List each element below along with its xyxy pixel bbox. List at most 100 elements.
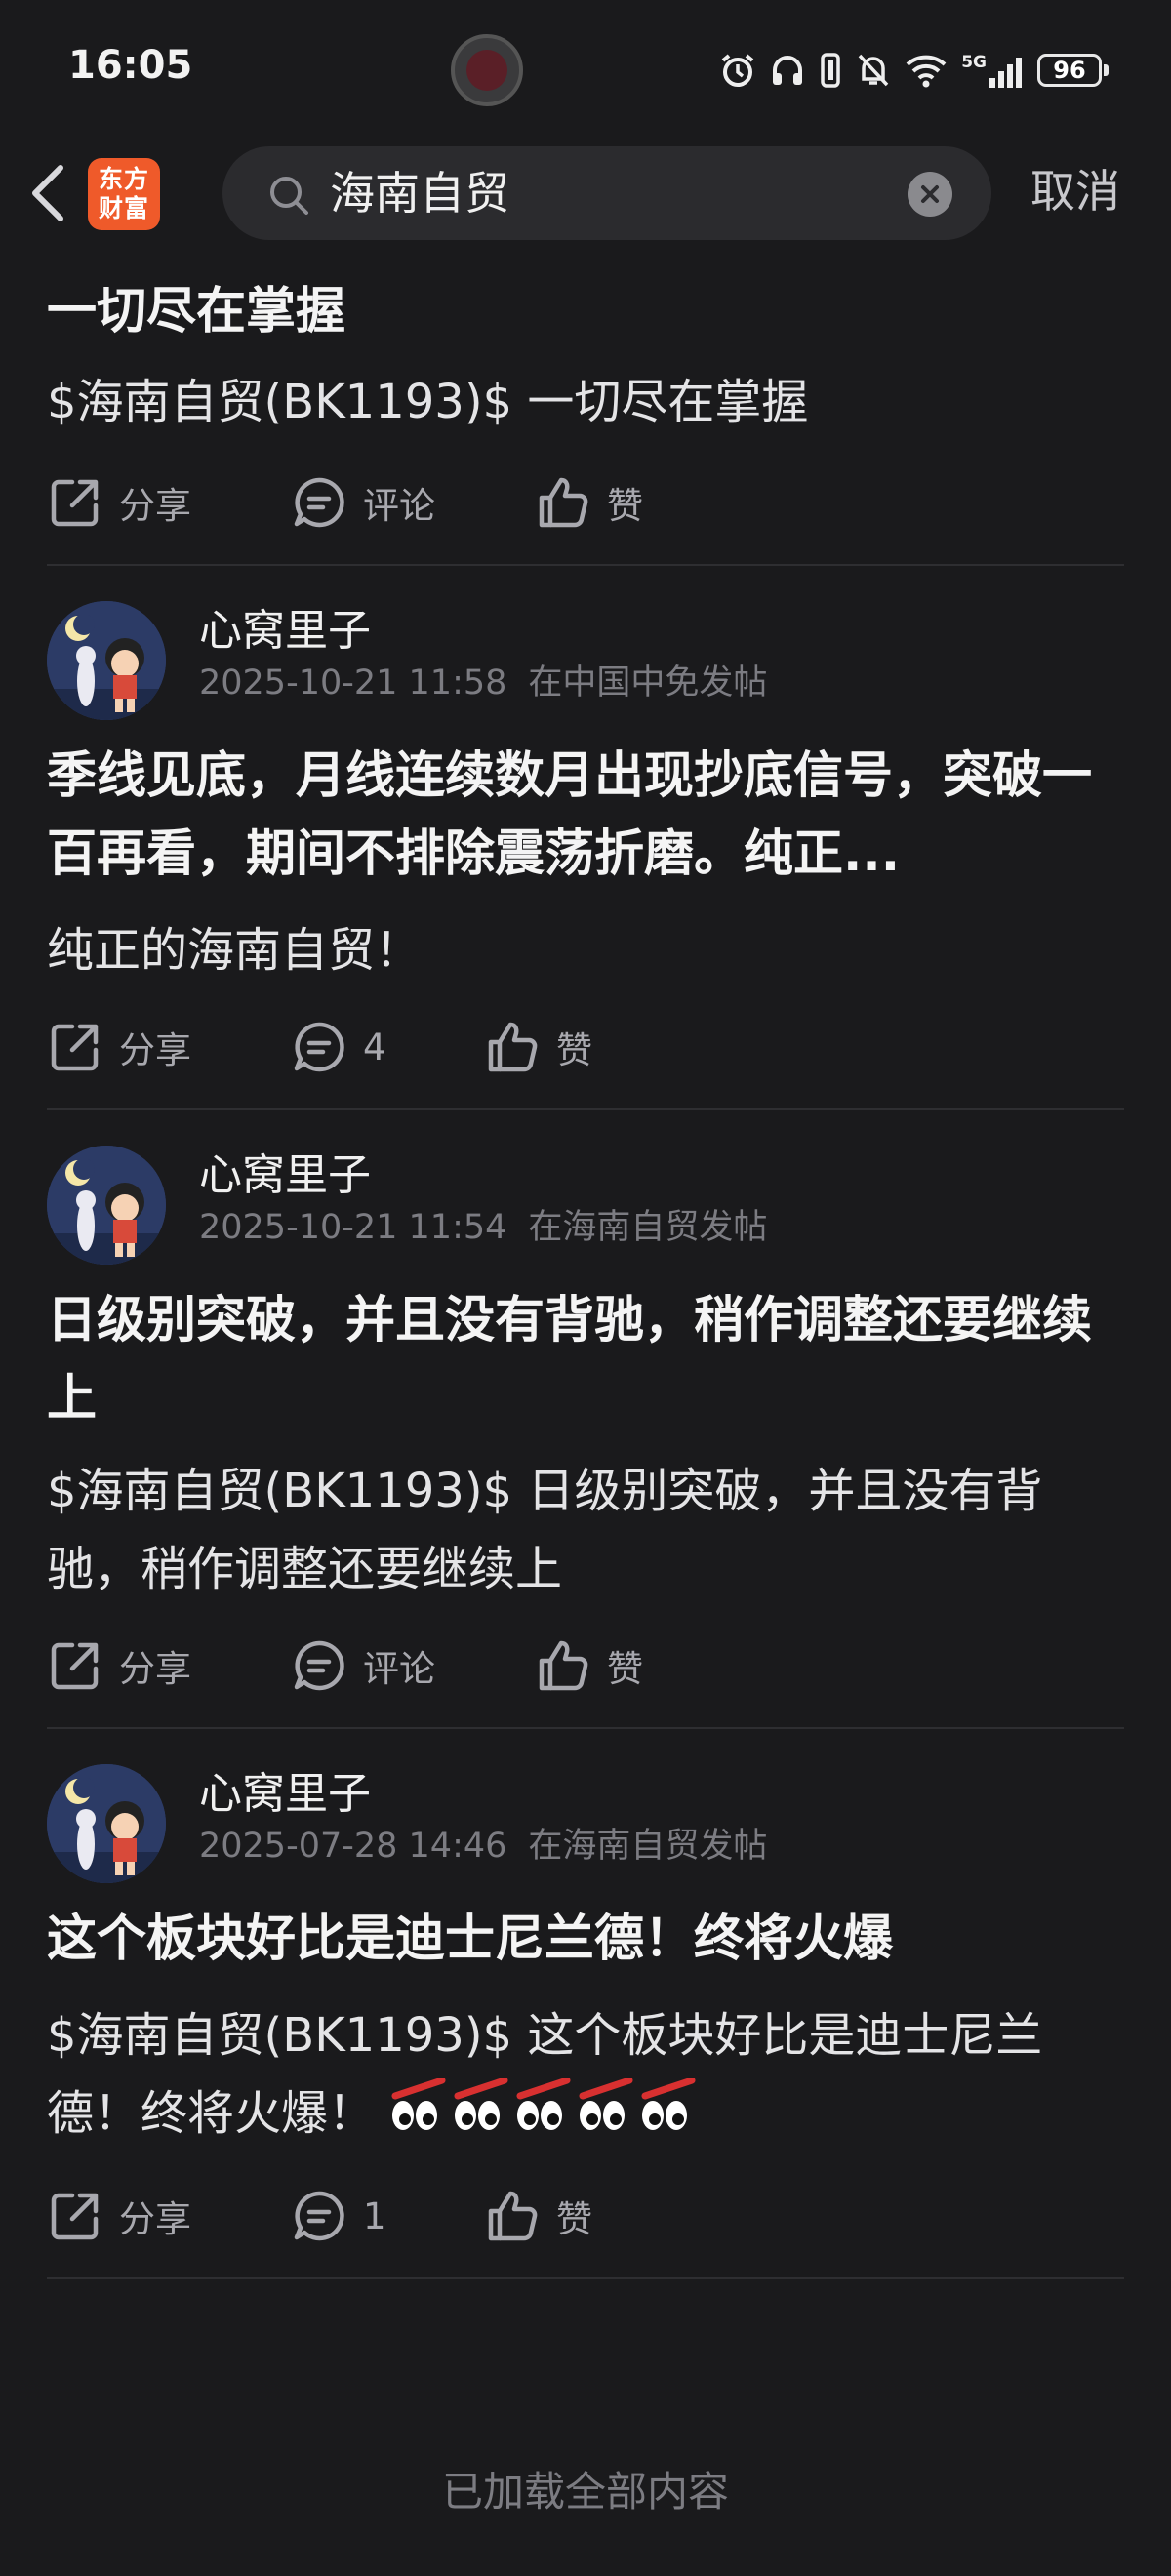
battery-icon: 96 [1037,54,1109,87]
author-name[interactable]: 心窝里子 [199,1149,371,1202]
share-button[interactable]: 分享 [47,1635,191,1696]
live-activity-island[interactable] [451,34,523,106]
thumbs-up-icon [539,477,588,528]
back-button[interactable] [21,158,76,228]
app-logo-line1: 东方 [98,165,149,193]
author-name[interactable]: 心窝里子 [199,605,371,658]
share-label: 分享 [119,485,191,527]
like-label: 赞 [607,1648,643,1690]
vibrate-icon [821,53,840,88]
avatar-image [47,1764,166,1883]
share-button[interactable]: 分享 [47,1017,191,1077]
comment-count: 1 [363,2194,386,2237]
avatar-image [47,601,166,720]
post-actions: 分享 评论 赞 [47,449,1124,564]
avatar-image [47,1146,166,1265]
post-body[interactable]: $海南自贸(BK1193)$ 这个板块好比是迪士尼兰德！终将火爆！ [47,1996,1124,2158]
post-body[interactable]: $海南自贸(BK1193)$ 一切尽在掌握 [47,363,1124,441]
post-card[interactable]: 心窝里子 2025-07-28 14:46 在海南自贸发帖 这个板块好比是迪士尼兰… [0,1729,1171,2277]
search-query: 海南自贸 [330,167,509,220]
share-button[interactable]: 分享 [47,472,191,533]
share-icon [51,479,99,527]
post-card[interactable]: 一切尽在掌握 $海南自贸(BK1193)$ 一切尽在掌握 分享 评论 赞 [0,254,1171,564]
post-card[interactable]: 心窝里子 2025-10-21 11:58 在中国中免发帖 季线见底，月线连续数月… [0,566,1171,1108]
like-label: 赞 [556,1029,592,1071]
status-time: 16:05 [68,43,193,88]
post-title[interactable]: 季线见底，月线连续数月出现抄底信号，突破一百再看，期间不排除震荡折磨。纯正... [47,738,1124,894]
comment-button[interactable]: 4 [291,1017,386,1077]
post-actions: 分享 4 赞 [47,993,1124,1108]
alarm-icon [721,54,754,87]
status-icons: 5G 96 [719,49,1109,92]
comment-icon [294,2191,344,2241]
post-actions: 分享 1 赞 [47,2162,1124,2277]
post-meta: 2025-10-21 11:54 在海南自贸发帖 [199,1206,767,1249]
share-label: 分享 [119,1648,191,1690]
chevron-left-icon [32,165,63,221]
like-button[interactable]: 赞 [535,472,643,533]
headphones-icon [773,56,803,85]
avatar[interactable] [47,601,166,720]
post-time: 2025-07-28 14:46 [199,1827,507,1866]
post-location[interactable]: 在海南自贸发帖 [528,1208,767,1247]
post-time: 2025-10-21 11:58 [199,664,507,703]
comment-icon [294,1022,344,1072]
network-type: 5G [961,53,987,72]
comment-icon [294,477,344,528]
thumbs-up-icon [488,2191,538,2241]
live-activity-thumbnail [466,50,507,91]
share-label: 分享 [119,2198,191,2240]
post-body[interactable]: $海南自贸(BK1193)$ 日级别突破，并且没有背驰，稍作调整还要继续上 [47,1452,1124,1608]
clear-icon [921,185,939,203]
thumbs-up-icon [488,1022,538,1072]
post-title[interactable]: 日级别突破，并且没有背驰，稍作调整还要继续上 [47,1282,1124,1438]
post-time: 2025-10-21 11:54 [199,1208,507,1247]
post-actions: 分享 评论 赞 [47,1612,1124,1727]
post-location[interactable]: 在海南自贸发帖 [528,1827,767,1866]
battery-level: 96 [1037,54,1102,87]
post-feed: 一切尽在掌握 $海南自贸(BK1193)$ 一切尽在掌握 分享 评论 赞 心窝里… [0,254,1171,2279]
cancel-button[interactable]: 取消 [1030,162,1120,221]
avatar[interactable] [47,1146,166,1265]
divider [47,2277,1124,2279]
post-title[interactable]: 一切尽在掌握 [47,273,1124,351]
post-meta: 2025-10-21 11:58 在中国中免发帖 [199,662,767,704]
post-meta: 2025-07-28 14:46 在海南自贸发帖 [199,1825,767,1868]
comment-button[interactable]: 评论 [291,1635,435,1696]
like-button[interactable]: 赞 [484,2186,592,2246]
post-body[interactable]: 纯正的海南自贸！ [47,911,1124,989]
share-icon [51,1642,99,1690]
avatar[interactable] [47,1764,166,1883]
search-icon [270,177,308,215]
post-card[interactable]: 心窝里子 2025-10-21 11:54 在海南自贸发帖 日级别突破，并且没有背… [0,1110,1171,1727]
wifi-icon [906,55,947,88]
comment-count: 评论 [363,485,435,527]
app-logo-line2: 财富 [98,194,149,222]
eyes-emoji-row [389,2076,702,2158]
share-label: 分享 [119,1029,191,1071]
like-label: 赞 [607,485,643,527]
comment-count: 评论 [363,1648,435,1690]
comment-icon [294,1640,344,1691]
share-button[interactable]: 分享 [47,2186,191,2246]
share-icon [51,2193,99,2240]
mute-icon [858,54,889,87]
like-label: 赞 [556,2198,592,2240]
app-logo[interactable]: 东方 财富 [88,158,160,230]
eyes-emoji-icon [391,2076,446,2130]
comment-button[interactable]: 评论 [291,472,435,533]
search-input[interactable]: 海南自贸 [222,146,991,240]
signal-icon: 5G [961,53,1024,88]
thumbs-up-icon [539,1640,588,1691]
share-icon [51,1024,99,1071]
search-header: 东方 财富 海南自贸 取消 [0,137,1171,254]
like-button[interactable]: 赞 [484,1017,592,1077]
comment-button[interactable]: 1 [291,2186,386,2246]
post-location[interactable]: 在中国中免发帖 [528,664,767,703]
author-name[interactable]: 心窝里子 [199,1768,371,1821]
comment-count: 4 [363,1026,386,1068]
status-bar: 16:05 5G 96 [0,0,1171,137]
like-button[interactable]: 赞 [535,1635,643,1696]
post-title[interactable]: 这个板块好比是迪士尼兰德！终将火爆 [47,1901,1124,1979]
clear-search-button[interactable] [908,172,952,217]
